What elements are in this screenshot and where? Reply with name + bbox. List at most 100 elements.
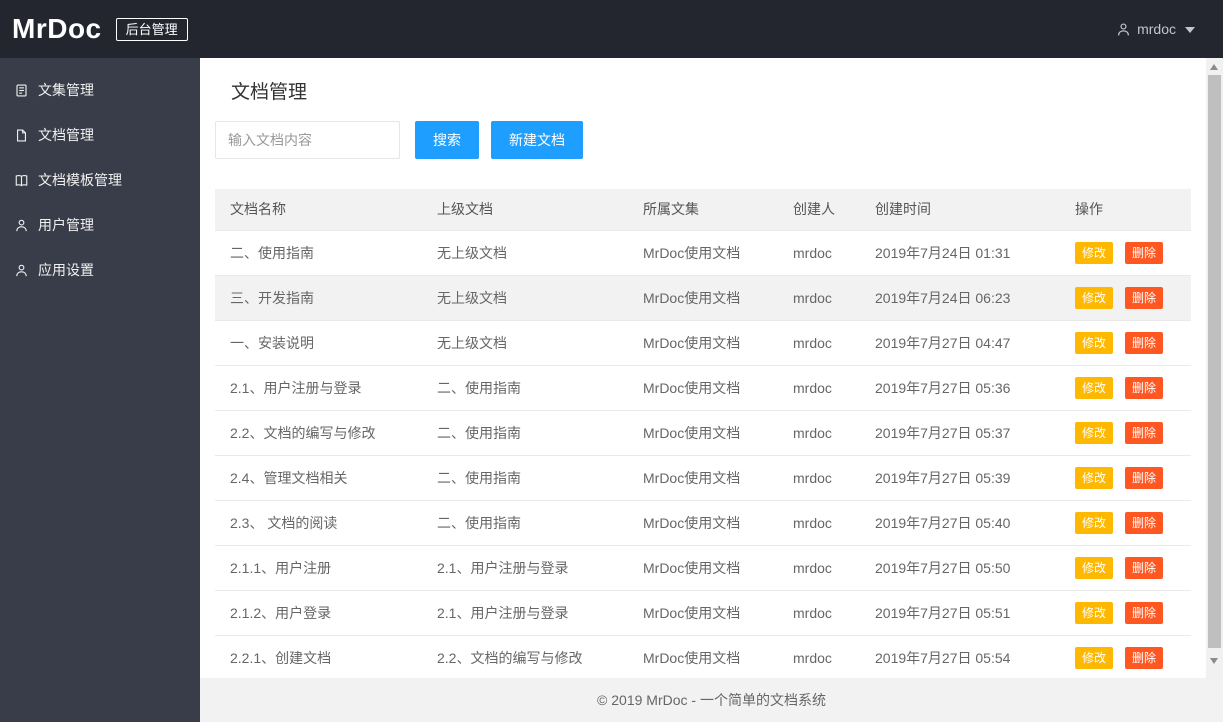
cell-doc-name: 2.1、用户注册与登录 xyxy=(215,365,422,411)
cell-actions: 修改 删除 xyxy=(1060,590,1191,636)
column-header: 创建时间 xyxy=(860,189,1060,231)
cell-parent-doc: 2.1、用户注册与登录 xyxy=(422,590,628,636)
cell-created-time: 2019年7月24日 01:31 xyxy=(860,230,1060,276)
scroll-up-arrow-icon[interactable] xyxy=(1210,64,1218,70)
user-menu[interactable]: mrdoc xyxy=(1116,21,1195,37)
sidebar-item-label: 文档模板管理 xyxy=(38,172,122,188)
document-icon xyxy=(17,129,26,142)
cell-parent-doc: 二、使用指南 xyxy=(422,455,628,501)
cell-parent-doc: 二、使用指南 xyxy=(422,500,628,546)
cell-actions: 修改 删除 xyxy=(1060,230,1191,276)
cell-collection: MrDoc使用文档 xyxy=(628,455,778,501)
delete-button[interactable]: 删除 xyxy=(1125,512,1164,534)
app-logo[interactable]: MrDoc xyxy=(12,13,102,45)
page-title: 文档管理 xyxy=(231,82,308,103)
create-doc-button[interactable]: 新建文档 xyxy=(491,121,583,159)
vertical-scrollbar[interactable] xyxy=(1206,58,1223,680)
cell-collection: MrDoc使用文档 xyxy=(628,545,778,591)
sidebar-item-3[interactable]: 文档模板管理 xyxy=(0,158,200,203)
cell-parent-doc: 无上级文档 xyxy=(422,275,628,321)
sidebar-item-1[interactable]: 文集管理 xyxy=(0,68,200,113)
table-row: 2.1.2、用户登录 2.1、用户注册与登录 MrDoc使用文档 mrdoc 2019年… xyxy=(215,590,1191,636)
search-button[interactable]: 搜索 xyxy=(415,121,479,159)
delete-button[interactable]: 删除 xyxy=(1125,422,1164,444)
footer-text: © 2019 MrDoc - 一个简单的文档系统 xyxy=(597,692,826,708)
table-row: 2.1、用户注册与登录 二、使用指南 MrDoc使用文档 mrdoc 2019年7月27… xyxy=(215,365,1191,411)
delete-button[interactable]: 删除 xyxy=(1125,332,1164,354)
cell-creator: mrdoc xyxy=(778,230,860,276)
sidebar-item-label: 文集管理 xyxy=(38,82,94,98)
table-row: 一、安装说明 无上级文档 MrDoc使用文档 mrdoc 2019年7月27日 04:4… xyxy=(215,320,1191,366)
table-header: 文档名称 上级文档 所属文集 创建人 创建时间 操作 xyxy=(215,189,1191,231)
column-header: 所属文集 xyxy=(628,189,778,231)
edit-button[interactable]: 修改 xyxy=(1075,287,1114,309)
cell-created-time: 2019年7月24日 06:23 xyxy=(860,275,1060,321)
cell-actions: 修改 删除 xyxy=(1060,275,1191,321)
table-row: 2.1.1、用户注册 2.1、用户注册与登录 MrDoc使用文档 mrdoc 2019年… xyxy=(215,545,1191,591)
cell-creator: mrdoc xyxy=(778,635,860,681)
delete-button[interactable]: 删除 xyxy=(1125,467,1164,489)
column-header: 文档名称 xyxy=(215,189,422,231)
toolbar: 搜索 新建文档 xyxy=(215,121,1206,159)
cell-creator: mrdoc xyxy=(778,275,860,321)
scroll-down-arrow-icon[interactable] xyxy=(1210,658,1218,664)
cell-actions: 修改 删除 xyxy=(1060,455,1191,501)
table-row: 2.3、 文档的阅读 二、使用指南 MrDoc使用文档 mrdoc 2019年7月27日… xyxy=(215,500,1191,546)
sidebar-item-4[interactable]: 用户管理 xyxy=(0,203,200,248)
cell-parent-doc: 无上级文档 xyxy=(422,320,628,366)
edit-button[interactable]: 修改 xyxy=(1075,512,1114,534)
table-row: 三、开发指南 无上级文档 MrDoc使用文档 mrdoc 2019年7月24日 06:2… xyxy=(215,275,1191,321)
sidebar-item-5[interactable]: 应用设置 xyxy=(0,248,200,293)
delete-button[interactable]: 删除 xyxy=(1125,377,1164,399)
table-row: 2.2.1、创建文档 2.2、文档的编写与修改 MrDoc使用文档 mrdoc 2019… xyxy=(215,635,1191,681)
edit-button[interactable]: 修改 xyxy=(1075,647,1114,669)
cell-created-time: 2019年7月27日 05:51 xyxy=(860,590,1060,636)
column-header: 创建人 xyxy=(778,189,860,231)
cell-doc-name: 2.3、 文档的阅读 xyxy=(215,500,422,546)
cell-doc-name: 二、使用指南 xyxy=(215,230,422,276)
scrollbar-thumb[interactable] xyxy=(1208,75,1221,648)
cell-parent-doc: 无上级文档 xyxy=(422,230,628,276)
username: mrdoc xyxy=(1137,21,1176,37)
cell-doc-name: 一、安装说明 xyxy=(215,320,422,366)
cell-actions: 修改 删除 xyxy=(1060,365,1191,411)
document-table: 文档名称 上级文档 所属文集 创建人 创建时间 操作 二、使用指南 无上级文档 MrDoc使用… xyxy=(215,189,1191,681)
cell-actions: 修改 删除 xyxy=(1060,545,1191,591)
edit-button[interactable]: 修改 xyxy=(1075,602,1114,624)
cell-doc-name: 2.4、管理文档相关 xyxy=(215,455,422,501)
cell-creator: mrdoc xyxy=(778,455,860,501)
delete-button[interactable]: 删除 xyxy=(1125,287,1164,309)
top-header: MrDoc 后台管理 mrdoc xyxy=(0,0,1223,58)
cell-creator: mrdoc xyxy=(778,365,860,411)
cell-actions: 修改 删除 xyxy=(1060,500,1191,546)
cell-creator: mrdoc xyxy=(778,545,860,591)
cell-doc-name: 2.2.1、创建文档 xyxy=(215,635,422,681)
cell-collection: MrDoc使用文档 xyxy=(628,275,778,321)
main-content: 文档管理 搜索 新建文档 文档名称上级文档所属文集创建人创建时间操作 二、使用指… xyxy=(200,58,1206,720)
delete-button[interactable]: 删除 xyxy=(1125,242,1164,264)
search-input[interactable] xyxy=(215,121,400,159)
edit-button[interactable]: 修改 xyxy=(1075,467,1114,489)
cell-parent-doc: 二、使用指南 xyxy=(422,410,628,456)
cell-created-time: 2019年7月27日 05:40 xyxy=(860,500,1060,546)
edit-button[interactable]: 修改 xyxy=(1075,377,1114,399)
person-icon xyxy=(1118,22,1130,35)
settings-icon xyxy=(16,264,27,277)
delete-button[interactable]: 删除 xyxy=(1125,602,1164,624)
table-row: 二、使用指南 无上级文档 MrDoc使用文档 mrdoc 2019年7月24日 01:3… xyxy=(215,230,1191,276)
delete-button[interactable]: 删除 xyxy=(1125,557,1164,579)
delete-button[interactable]: 删除 xyxy=(1125,647,1164,669)
footer: © 2019 MrDoc - 一个简单的文档系统 xyxy=(200,678,1223,722)
sidebar-item-2[interactable]: 文档管理 xyxy=(0,113,200,158)
sidebar: 文集管理文档管理文档模板管理 用户管理应用设置 xyxy=(0,58,200,722)
sidebar-item-label: 文档管理 xyxy=(38,127,94,143)
edit-button[interactable]: 修改 xyxy=(1075,557,1114,579)
edit-button[interactable]: 修改 xyxy=(1075,332,1114,354)
sidebar-item-label: 应用设置 xyxy=(38,262,94,278)
user-icon xyxy=(16,219,27,232)
edit-button[interactable]: 修改 xyxy=(1075,242,1114,264)
cell-creator: mrdoc xyxy=(778,500,860,546)
collection-icon xyxy=(16,84,27,97)
edit-button[interactable]: 修改 xyxy=(1075,422,1114,444)
sidebar-item-label: 用户管理 xyxy=(38,217,94,233)
